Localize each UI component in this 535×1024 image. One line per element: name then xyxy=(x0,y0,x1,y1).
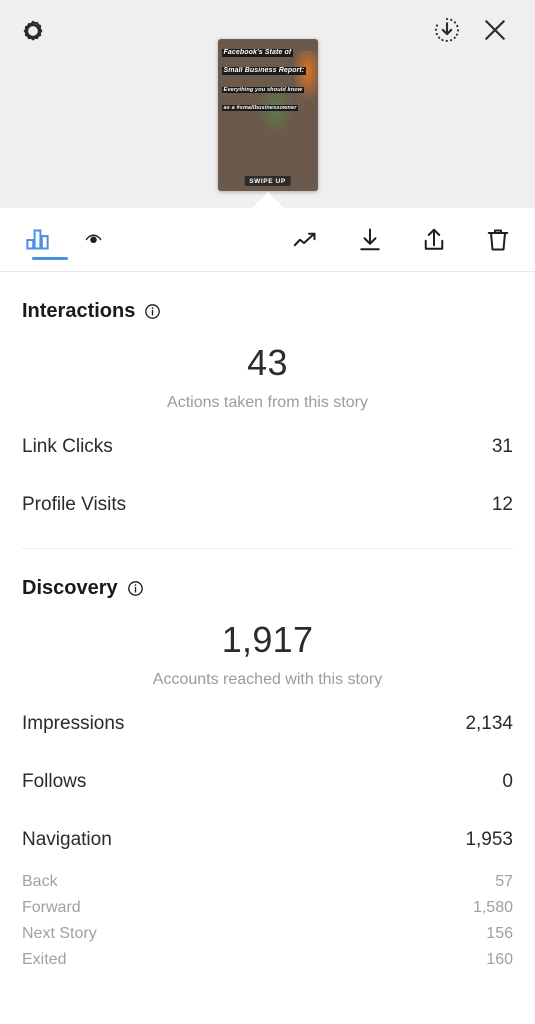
active-tab-indicator xyxy=(32,256,68,260)
metric-label: Impressions xyxy=(22,713,125,734)
metric-value: 1,953 xyxy=(465,829,513,850)
list-item: Next Story 156 xyxy=(22,921,513,947)
discovery-metric-list: Impressions 2,134 Follows 0 Navigation 1… xyxy=(22,689,513,869)
overlay-line-1: Facebook's State of xyxy=(221,49,294,57)
story-insights-screen: Facebook's State of Small Business Repor… xyxy=(0,0,535,1024)
list-item: Forward 1,580 xyxy=(22,895,513,921)
metric-value: 1,580 xyxy=(472,899,513,916)
interactions-value: 43 xyxy=(247,342,288,383)
share-button[interactable] xyxy=(417,220,451,260)
metric-label: Exited xyxy=(22,951,67,968)
tab-viewers[interactable] xyxy=(80,220,106,260)
table-row: Navigation 1,953 xyxy=(22,811,513,869)
tab-insights[interactable] xyxy=(20,220,68,260)
metric-value: 156 xyxy=(486,925,513,942)
save-button[interactable] xyxy=(353,220,387,260)
list-item: Exited 160 xyxy=(22,947,513,973)
metric-value: 0 xyxy=(502,771,513,792)
metric-label: Follows xyxy=(22,771,87,792)
table-row: Follows 0 xyxy=(22,753,513,811)
metric-value: 12 xyxy=(491,494,513,515)
interactions-metric-list: Link Clicks 31 Profile Visits 12 xyxy=(22,412,513,534)
info-icon[interactable] xyxy=(127,580,144,597)
metric-value: 2,134 xyxy=(465,713,513,734)
discovery-heading: Discovery xyxy=(22,549,513,600)
metric-value: 31 xyxy=(491,436,513,457)
metric-label: Profile Visits xyxy=(22,494,127,515)
list-item: Back 57 xyxy=(22,869,513,895)
section-title: Discovery xyxy=(22,577,118,599)
metric-label: Back xyxy=(22,873,58,890)
section-title: Interactions xyxy=(22,300,136,322)
interactions-heading: Interactions xyxy=(22,272,513,323)
overlay-line-3: Everything you should know xyxy=(221,86,305,93)
metric-label: Next Story xyxy=(22,925,97,942)
discovery-hero: 1,917 Accounts reached with this story xyxy=(22,600,513,689)
promote-button[interactable] xyxy=(289,220,323,260)
thumbnail-caret xyxy=(250,192,285,209)
insights-toolbar xyxy=(0,208,535,272)
table-row: Impressions 2,134 xyxy=(22,695,513,753)
story-text-overlay: Facebook's State of Small Business Repor… xyxy=(221,45,314,117)
interactions-hero: 43 Actions taken from this story xyxy=(22,323,513,412)
interactions-section: Interactions 43 Actions taken from this … xyxy=(0,272,535,549)
metric-value: 160 xyxy=(486,951,513,968)
insights-header: Facebook's State of Small Business Repor… xyxy=(0,0,535,209)
table-row: Link Clicks 31 xyxy=(22,418,513,476)
story-thumbnail[interactable]: Facebook's State of Small Business Repor… xyxy=(217,39,318,191)
info-icon[interactable] xyxy=(144,303,161,320)
metric-label: Navigation xyxy=(22,829,112,850)
discovery-value: 1,917 xyxy=(221,619,314,660)
discovery-section: Discovery 1,917 Accounts reached with th… xyxy=(0,549,535,973)
navigation-breakdown-list: Back 57 Forward 1,580 Next Story 156 Exi… xyxy=(22,869,513,973)
download-circle-icon[interactable] xyxy=(427,10,467,50)
gear-icon[interactable] xyxy=(13,11,53,51)
metric-label: Link Clicks xyxy=(22,436,113,457)
overlay-line-4: as a #smallbusinessowner xyxy=(221,104,299,111)
delete-button[interactable] xyxy=(481,220,515,260)
discovery-caption: Accounts reached with this story xyxy=(152,671,383,688)
interactions-caption: Actions taken from this story xyxy=(167,394,368,411)
swipe-up-cta[interactable]: SWIPE UP xyxy=(244,176,291,186)
overlay-line-2: Small Business Report: xyxy=(221,67,307,75)
metric-value: 57 xyxy=(495,873,513,890)
close-icon[interactable] xyxy=(475,10,515,50)
metric-label: Forward xyxy=(22,899,81,916)
table-row: Profile Visits 12 xyxy=(22,476,513,534)
